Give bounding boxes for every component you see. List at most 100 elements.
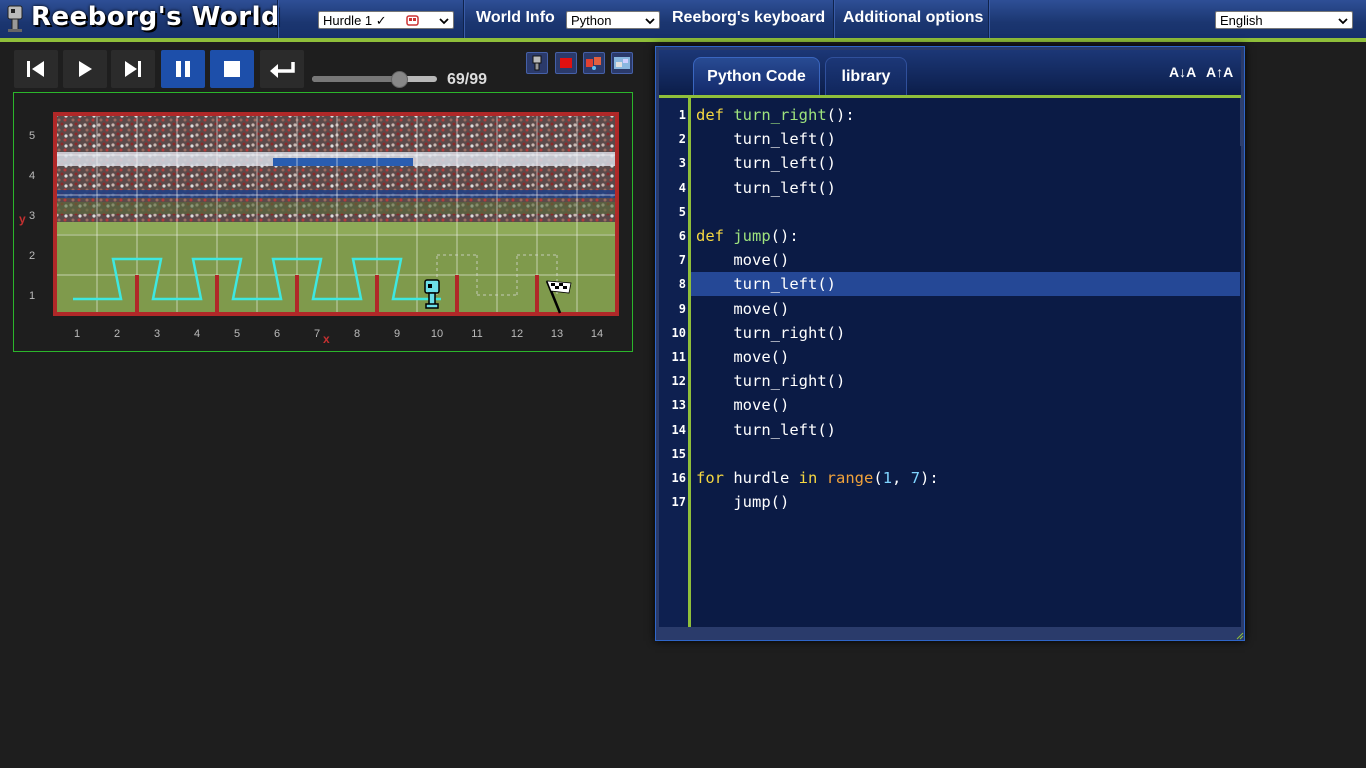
return-arrow-icon xyxy=(270,62,295,78)
line-number: 8 xyxy=(678,277,686,292)
code-line[interactable]: turn_left() xyxy=(696,179,836,197)
world-info-link[interactable]: World Info xyxy=(476,9,555,27)
robot-view-toggle[interactable] xyxy=(526,52,548,74)
x-tick-label: 9 xyxy=(394,328,400,340)
toolbar-divider xyxy=(988,0,990,38)
resize-grip-icon[interactable] xyxy=(1236,632,1244,640)
line-number: 15 xyxy=(671,446,686,461)
chevron-down-icon xyxy=(1338,18,1348,25)
wall-segment xyxy=(375,275,379,315)
stop-icon xyxy=(224,61,240,77)
code-line[interactable]: move() xyxy=(696,251,789,269)
line-number: 12 xyxy=(671,374,686,389)
world-select[interactable]: Hurdle 1 ✓ xyxy=(318,11,454,29)
editor-scrollbar[interactable] xyxy=(1240,98,1243,146)
chevron-down-icon xyxy=(645,18,655,25)
increase-font-button[interactable]: A↑A xyxy=(1206,64,1233,80)
world-view-toggle[interactable] xyxy=(611,52,633,74)
code-line[interactable]: turn_left() xyxy=(696,154,836,172)
line-number: 4 xyxy=(678,180,686,195)
stadium-background xyxy=(57,115,615,315)
x-tick-label: 12 xyxy=(511,328,523,340)
line-number: 2 xyxy=(678,132,686,147)
line-number: 7 xyxy=(678,253,686,268)
code-line[interactable]: move() xyxy=(696,348,789,366)
decrease-font-button[interactable]: A↓A xyxy=(1169,64,1196,80)
wall-segment xyxy=(135,275,139,315)
toolbar-divider xyxy=(277,0,279,38)
code-line[interactable]: turn_left() xyxy=(696,130,836,148)
app-title: Reeborg's World xyxy=(31,2,281,32)
code-line[interactable]: move() xyxy=(696,396,789,414)
ui-language-select[interactable]: English xyxy=(1215,11,1353,29)
code-line[interactable]: turn_right() xyxy=(696,372,845,390)
line-number: 3 xyxy=(678,156,686,171)
y-tick-label: 2 xyxy=(29,250,35,262)
x-tick-label: 14 xyxy=(591,328,603,340)
world-map-icon xyxy=(614,57,630,69)
code-line[interactable]: for hurdle in range(1, 7): xyxy=(696,469,939,487)
y-tick-label: 4 xyxy=(29,170,35,182)
reeborg-logo-icon xyxy=(7,5,23,32)
code-line[interactable]: def jump(): xyxy=(696,227,799,245)
step-forward-icon xyxy=(125,61,141,77)
reload-button[interactable] xyxy=(14,50,58,88)
trace-toggle[interactable] xyxy=(583,52,605,74)
play-icon xyxy=(79,61,92,77)
top-bar: Reeborg's World Hurdle 1 ✓ World Info Py… xyxy=(0,0,1366,42)
ui-language-value: English xyxy=(1220,13,1263,28)
additional-options-link[interactable]: Additional options xyxy=(843,9,983,27)
wall-segment xyxy=(215,275,219,315)
code-line[interactable]: turn_right() xyxy=(696,324,845,342)
x-tick-label: 8 xyxy=(354,328,360,340)
x-tick-label: 1 xyxy=(74,328,80,340)
x-tick-label: 13 xyxy=(551,328,563,340)
code-line[interactable]: jump() xyxy=(696,493,789,511)
code-line[interactable]: def turn_right(): xyxy=(696,106,855,124)
speed-slider-fill xyxy=(312,76,400,82)
x-tick-label: 6 xyxy=(274,328,280,340)
programming-language-value: Python xyxy=(571,13,612,28)
speed-slider-thumb[interactable] xyxy=(391,71,409,88)
y-axis-ticks: 1 2 3 4 5 xyxy=(29,130,35,302)
robots-icon xyxy=(586,57,601,70)
tab-python-code[interactable]: Python Code xyxy=(693,57,820,95)
line-number: 16 xyxy=(671,471,686,485)
stop-highlight-toggle[interactable] xyxy=(555,52,577,74)
x-tick-label: 10 xyxy=(431,328,443,340)
stop-button[interactable] xyxy=(210,50,254,88)
world-canvas[interactable]: y x 12345 1 2 3 4 5 6 7 8 9 10 11 12 13 14 xyxy=(13,92,633,352)
chevron-down-icon xyxy=(439,18,449,25)
programming-language-select[interactable]: Python xyxy=(566,11,660,29)
line-number: 5 xyxy=(678,204,686,219)
code-line[interactable]: turn_left() xyxy=(696,275,836,293)
world-select-value: Hurdle 1 ✓ xyxy=(323,13,387,28)
run-button[interactable] xyxy=(63,50,107,88)
code-line[interactable]: turn_left() xyxy=(696,421,836,439)
speed-slider[interactable] xyxy=(312,71,437,88)
x-tick-label: 7 xyxy=(314,328,320,340)
line-number: 9 xyxy=(678,301,686,316)
line-number: 17 xyxy=(671,495,686,510)
wall-segment xyxy=(295,275,299,315)
pause-icon xyxy=(176,61,190,77)
line-number: 11 xyxy=(671,350,686,364)
line-number: 6 xyxy=(678,229,686,243)
y-tick-label: 5 xyxy=(29,130,35,142)
robot-icon xyxy=(532,55,542,71)
tab-library[interactable]: library xyxy=(825,57,907,95)
wall-segment xyxy=(455,275,459,315)
y-tick-label: 1 xyxy=(29,290,35,302)
pause-button[interactable] xyxy=(161,50,205,88)
step-button[interactable] xyxy=(111,50,155,88)
x-axis-ticks: 1 2 3 4 5 6 7 8 9 10 11 12 13 14 xyxy=(74,328,603,340)
reeborg-keyboard-link[interactable]: Reeborg's keyboard xyxy=(672,9,825,27)
x-tick-label: 2 xyxy=(114,328,120,340)
step-counter: 69/99 xyxy=(447,71,488,88)
x-tick-label: 5 xyxy=(234,328,240,340)
line-number: 1 xyxy=(678,108,686,122)
step-back-button[interactable] xyxy=(260,50,304,88)
code-line[interactable]: move() xyxy=(696,300,789,318)
robot-mini-icon xyxy=(406,15,419,26)
wall-segment xyxy=(535,275,539,315)
